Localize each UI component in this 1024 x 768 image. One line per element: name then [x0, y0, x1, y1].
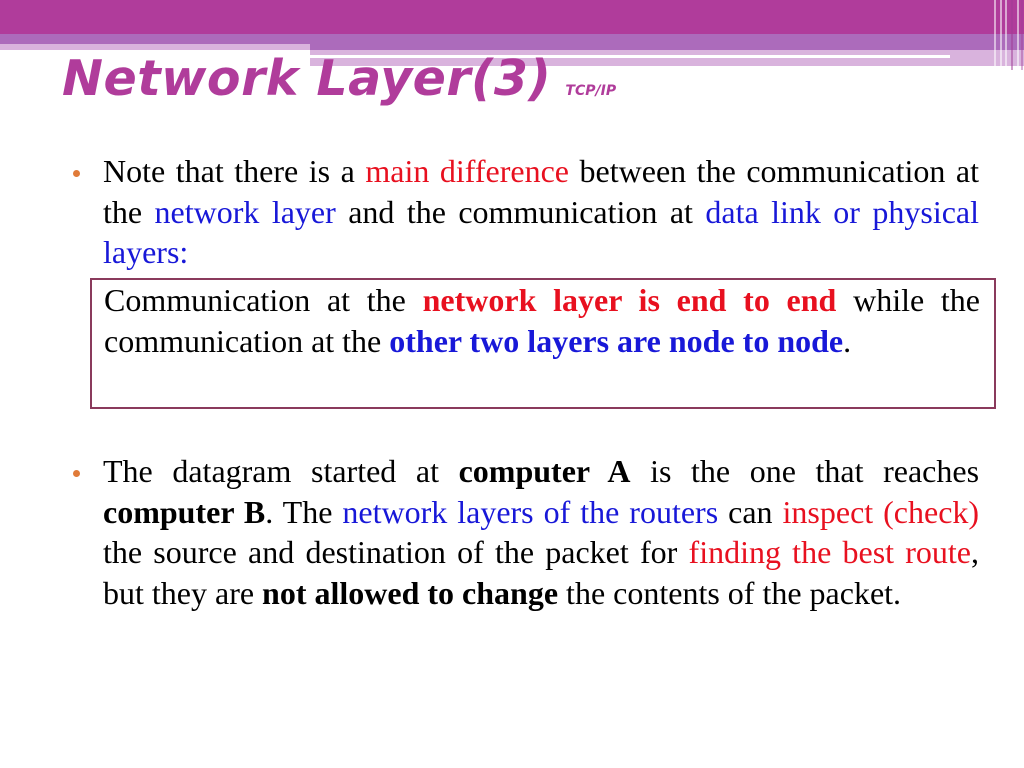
highlight-blue: network layers of the routers: [342, 493, 719, 530]
text: The datagram started at: [103, 453, 459, 489]
bold-text: computer B: [103, 493, 266, 530]
text: Note that there is a: [103, 153, 366, 189]
slide-title-text: Network Layer(3): [62, 50, 552, 107]
slide-title: Network Layer(3) TCP/IP: [62, 50, 616, 107]
text: Communication at the: [104, 282, 423, 318]
text: the contents of the packet.: [558, 574, 902, 611]
bold-text: not allowed to change: [262, 574, 559, 611]
text: . The: [265, 493, 343, 530]
callout-box: Communication at the network layer is en…: [90, 278, 996, 409]
header-accent-band: [0, 34, 310, 44]
text: and the communication at: [335, 193, 706, 230]
text: is the one that reaches: [630, 453, 980, 489]
text: the source and destination of the packet…: [103, 534, 689, 570]
highlight-blue: network layer: [154, 193, 336, 230]
highlight-red: inspect (check): [782, 493, 980, 530]
highlight-red-bold: network layer is end to end: [422, 282, 837, 318]
bold-text: computer A: [458, 453, 631, 489]
bullet-paragraph-1: Note that there is a main difference bet…: [103, 151, 979, 273]
text: can: [718, 493, 783, 530]
slide-subtitle: TCP/IP: [565, 83, 617, 99]
header-accent-band-right: [310, 34, 1024, 50]
text: .: [843, 323, 852, 359]
bullet-icon: [73, 470, 80, 477]
callout-text: Communication at the network layer is en…: [104, 280, 980, 362]
header-stripes-decoration: [992, 0, 1024, 70]
highlight-blue-bold: other two layers are node to node: [389, 323, 844, 359]
bullet-paragraph-2: The datagram started at computer A is th…: [103, 451, 979, 613]
header-band: [0, 0, 1024, 34]
highlight-red: main difference: [365, 153, 569, 189]
highlight-red: finding the best route: [688, 534, 972, 570]
bullet-icon: [73, 170, 80, 177]
